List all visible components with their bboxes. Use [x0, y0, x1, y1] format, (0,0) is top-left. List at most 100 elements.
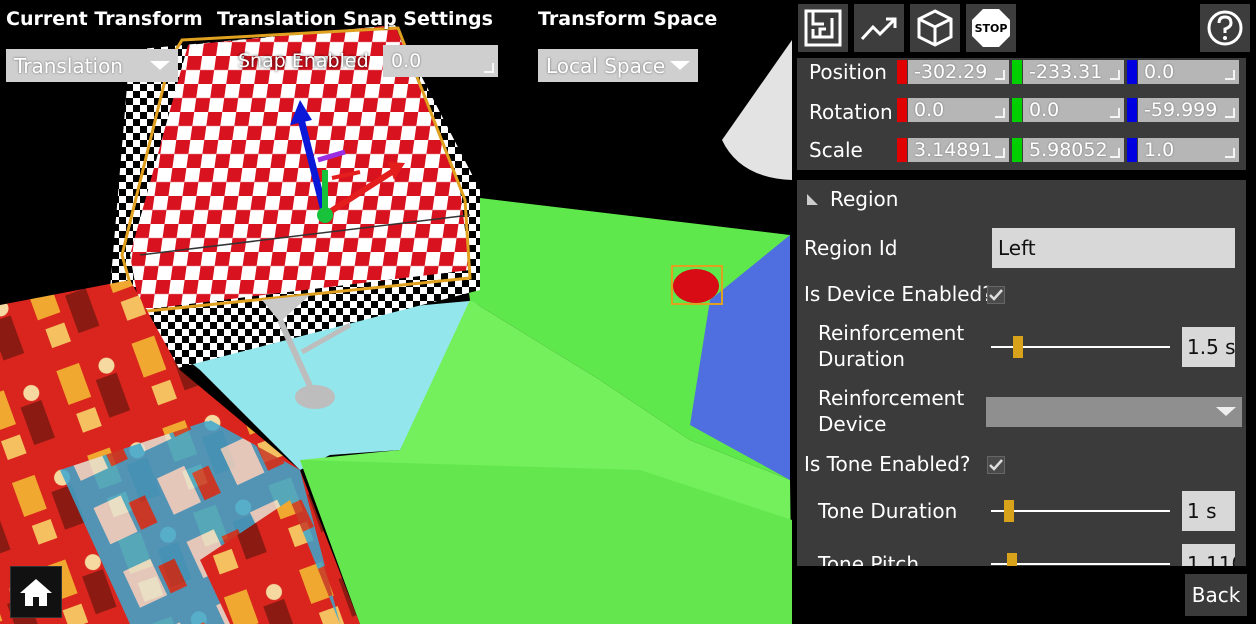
tone-duration-slider-thumb[interactable]	[1003, 500, 1014, 522]
snap-value-field[interactable]: 0.0	[383, 45, 498, 77]
snap-value: 0.0	[391, 50, 422, 72]
position-x-field[interactable]: -302.29	[908, 60, 1009, 84]
tone-pitch-label: Tone Pitch	[818, 552, 920, 566]
tone-duration-value[interactable]: 1 s	[1182, 491, 1235, 531]
reinforcement-duration-slider-thumb[interactable]	[1012, 336, 1023, 358]
stop-text: STOP	[975, 22, 1008, 35]
tone-pitch-value[interactable]: 1.110	[1182, 544, 1235, 566]
current-transform-label: Current Transform	[6, 8, 203, 30]
checkmark-icon	[989, 459, 1003, 471]
y-axis-marker	[1012, 138, 1022, 162]
trend-button[interactable]	[854, 4, 904, 52]
scale-x-field[interactable]: 3.14891	[908, 138, 1009, 162]
tone-duration-slider[interactable]	[991, 510, 1170, 512]
reinforcement-duration-label-line2: Duration	[818, 347, 905, 371]
rotation-y-value: 0.0	[1029, 99, 1060, 121]
maze-button[interactable]	[798, 4, 848, 52]
position-z-value: 0.0	[1144, 61, 1175, 83]
region-section: Region Region Id Left Is Device Enabled?…	[797, 180, 1246, 566]
position-x-value: -302.29	[914, 61, 988, 83]
resize-icon	[1110, 148, 1120, 158]
chevron-down-icon	[150, 61, 170, 70]
scale-z-field[interactable]: 1.0	[1138, 138, 1239, 162]
position-z-field[interactable]: 0.0	[1138, 60, 1239, 84]
x-axis-marker	[897, 60, 907, 84]
z-axis-marker	[1127, 98, 1137, 122]
home-icon	[20, 579, 52, 606]
rotation-label: Rotation	[809, 100, 893, 124]
scale-row: Scale 3.14891 5.98052 1.0	[803, 136, 1255, 176]
tone-pitch-slider-thumb[interactable]	[1007, 553, 1018, 566]
resize-icon	[1225, 148, 1235, 158]
scene-viewport[interactable]: Current Transform Translation Translatio…	[0, 0, 792, 624]
scene-render[interactable]	[0, 0, 792, 624]
checkmark-icon	[989, 289, 1003, 301]
region-id-label: Region Id	[804, 236, 898, 260]
reinforcement-device-dropdown[interactable]	[986, 397, 1242, 427]
current-transform-dropdown[interactable]: Translation	[6, 49, 178, 82]
position-y-field[interactable]: -233.31	[1023, 60, 1124, 84]
scale-z-value: 1.0	[1144, 139, 1175, 161]
rotation-row: Rotation 0.0 0.0 -59.999	[803, 96, 1255, 136]
resize-icon	[995, 148, 1005, 158]
resize-icon	[484, 63, 494, 73]
maze-icon	[804, 9, 842, 47]
z-axis-marker	[1127, 138, 1137, 162]
reinforcement-device-label: Reinforcement Device	[818, 385, 964, 437]
reinforcement-duration-label: Reinforcement Duration	[818, 320, 964, 372]
stop-icon: STOP	[972, 9, 1010, 47]
x-axis-marker	[897, 138, 907, 162]
snap-enabled-label[interactable]: Snap Enabled	[238, 50, 369, 72]
rotation-x-field[interactable]: 0.0	[908, 98, 1009, 122]
rotation-x-value: 0.0	[914, 99, 945, 121]
device-enabled-label: Is Device Enabled?	[804, 282, 993, 306]
cube-icon	[917, 9, 953, 47]
z-axis-marker	[1127, 60, 1137, 84]
chevron-down-icon	[1216, 407, 1236, 416]
reinforcement-device-label-line1: Reinforcement	[818, 386, 965, 410]
position-y-value: -233.31	[1029, 61, 1103, 83]
trend-icon	[860, 17, 897, 41]
reinforcement-duration-value[interactable]: 1.5 s	[1182, 327, 1235, 367]
home-button[interactable]	[10, 566, 62, 618]
collapse-triangle-icon[interactable]	[807, 194, 818, 205]
transform-space-dropdown[interactable]: Local Space	[538, 49, 698, 82]
stop-button[interactable]: STOP	[966, 4, 1016, 52]
resize-icon	[1225, 70, 1235, 80]
current-transform-value: Translation	[14, 53, 123, 78]
scale-label: Scale	[809, 138, 863, 162]
rotation-z-field[interactable]: -59.999	[1138, 98, 1239, 122]
region-id-field[interactable]: Left	[992, 228, 1235, 268]
snap-settings-label: Translation Snap Settings	[217, 8, 493, 30]
transform-space-value: Local Space	[546, 53, 666, 78]
resize-icon	[995, 108, 1005, 118]
y-axis-marker	[1012, 60, 1022, 84]
reinforcement-device-label-line2: Device	[818, 412, 887, 436]
resize-icon	[1225, 108, 1235, 118]
region-title[interactable]: Region	[830, 187, 898, 211]
device-enabled-checkbox[interactable]	[987, 286, 1005, 304]
resize-icon	[1110, 108, 1120, 118]
tone-duration-label: Tone Duration	[818, 499, 958, 523]
tone-enabled-checkbox[interactable]	[987, 456, 1005, 474]
back-button[interactable]: Back	[1185, 574, 1247, 616]
tone-enabled-label: Is Tone Enabled?	[804, 452, 971, 476]
transform-section: Position -302.29 -233.31 0.0 Rotation 0.…	[797, 58, 1246, 170]
transform-space-label: Transform Space	[538, 8, 718, 30]
rotation-y-field[interactable]: 0.0	[1023, 98, 1124, 122]
rotation-z-value: -59.999	[1144, 99, 1218, 121]
chevron-down-icon	[670, 61, 690, 70]
y-axis-marker	[1012, 98, 1022, 122]
help-button[interactable]	[1200, 4, 1250, 52]
cube-button[interactable]	[910, 4, 960, 52]
scale-x-value: 3.14891	[914, 139, 993, 161]
reinforcement-duration-label-line1: Reinforcement	[818, 321, 965, 345]
resize-icon	[995, 70, 1005, 80]
resize-icon	[1110, 70, 1120, 80]
position-label: Position	[809, 60, 887, 84]
x-axis-marker	[897, 98, 907, 122]
help-icon	[1207, 10, 1243, 46]
position-row: Position -302.29 -233.31 0.0	[803, 58, 1255, 98]
tone-pitch-slider[interactable]	[991, 563, 1170, 565]
scale-y-field[interactable]: 5.98052	[1023, 138, 1124, 162]
